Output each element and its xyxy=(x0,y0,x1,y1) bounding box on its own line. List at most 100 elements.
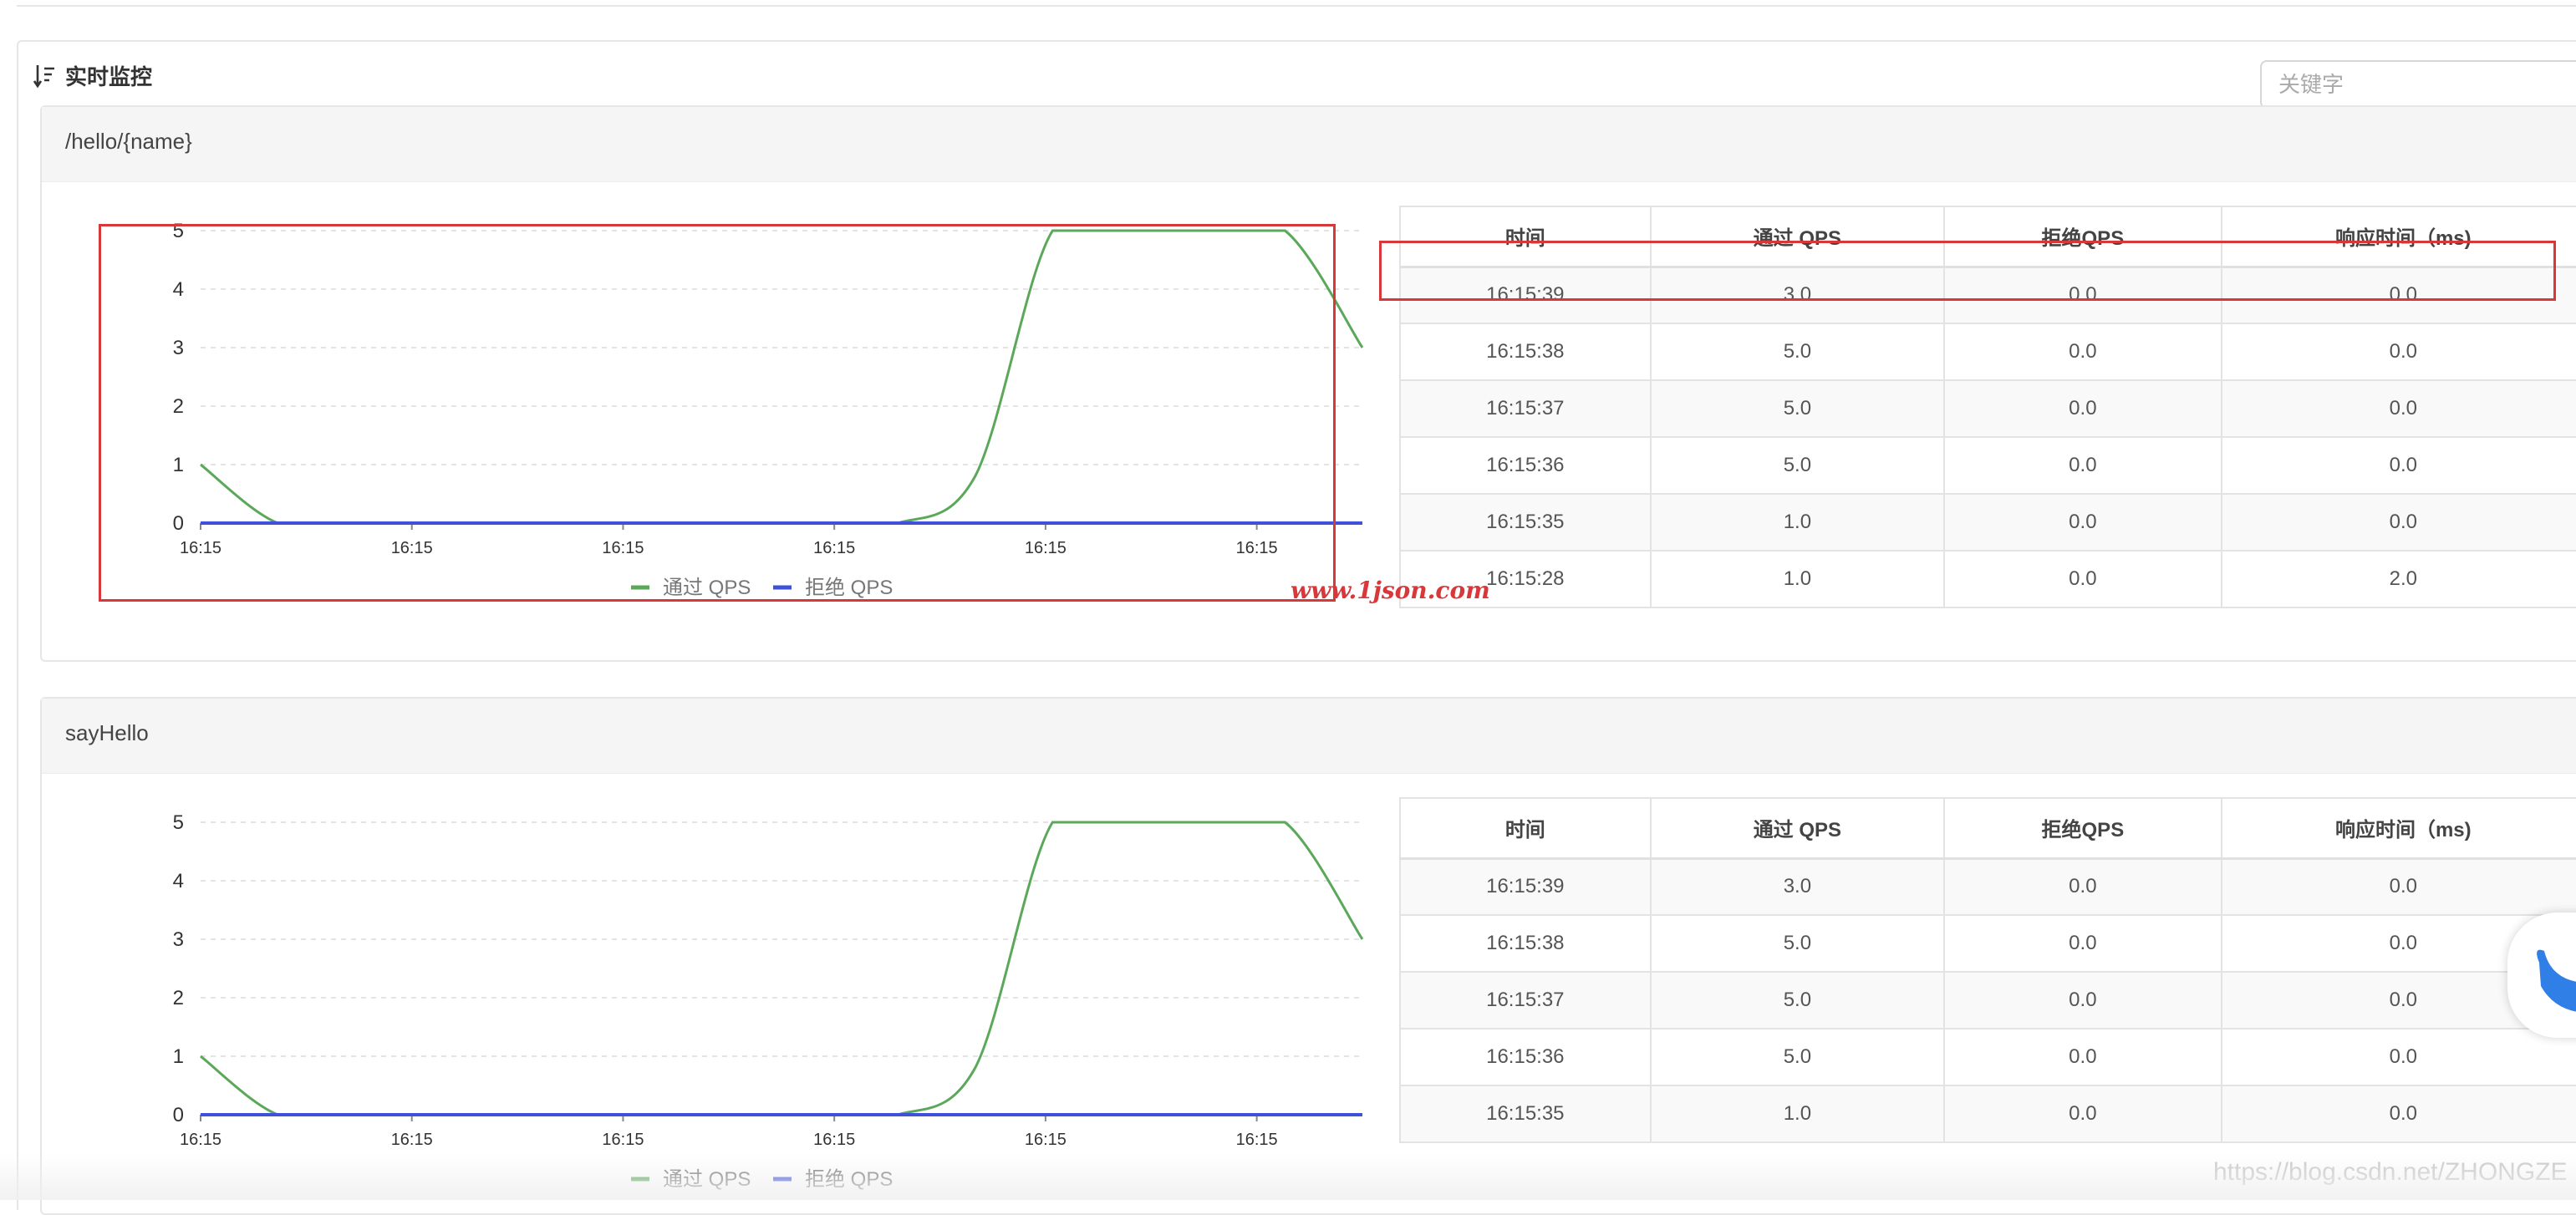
cell-block-qps: 0.0 xyxy=(1943,436,2222,495)
cell-pass-qps: 1.0 xyxy=(1649,1085,1946,1143)
bird-icon xyxy=(2537,949,2576,1012)
cell-time: 16:15:38 xyxy=(1399,914,1652,973)
keyword-search-input[interactable] xyxy=(2260,60,2576,109)
x-tick-label: 16:15 xyxy=(1025,539,1067,557)
cell-pass-qps: 5.0 xyxy=(1649,971,1946,1029)
cell-time: 16:15:36 xyxy=(1399,1028,1652,1086)
x-tick-label: 16:15 xyxy=(813,1131,855,1149)
header-time: 时间 xyxy=(1399,206,1652,268)
floating-assistant-button[interactable] xyxy=(2507,913,2576,1038)
cell-block-qps: 0.0 xyxy=(1943,914,2222,973)
cell-response-time: 0.0 xyxy=(2220,266,2576,324)
legend-label: 拒绝 QPS xyxy=(805,1168,893,1191)
table-row: 16:15:38 5.0 0.0 0.0 xyxy=(1399,323,2576,381)
cell-response-time: 0.0 xyxy=(2220,857,2576,916)
cell-pass-qps: 5.0 xyxy=(1649,436,1946,495)
x-tick-label: 16:15 xyxy=(180,1131,221,1149)
header-response-time: 响应时间（ms) xyxy=(2220,206,2576,268)
cell-pass-qps: 5.0 xyxy=(1649,914,1946,973)
cell-time: 16:15:36 xyxy=(1399,436,1652,495)
y-tick-label: 5 xyxy=(173,811,184,834)
table-row: 16:15:28 1.0 0.0 2.0 xyxy=(1399,550,2576,608)
cell-pass-qps: 3.0 xyxy=(1649,857,1946,916)
cell-time: 16:15:35 xyxy=(1399,493,1652,552)
metrics-table: 时间 通过 QPS 拒绝QPS 响应时间（ms) 16:15:39 3.0 0.… xyxy=(1399,206,2576,608)
y-tick-label: 0 xyxy=(173,512,184,535)
header-block-qps: 拒绝QPS xyxy=(1943,797,2222,860)
cell-pass-qps: 3.0 xyxy=(1649,266,1946,324)
cell-response-time: 0.0 xyxy=(2220,1085,2576,1143)
cell-response-time: 0.0 xyxy=(2220,323,2576,381)
x-tick-label: 16:15 xyxy=(1025,1131,1067,1149)
cell-block-qps: 0.0 xyxy=(1943,857,2222,916)
cell-time: 16:15:35 xyxy=(1399,1085,1652,1143)
cell-pass-qps: 1.0 xyxy=(1649,493,1946,552)
cell-block-qps: 0.0 xyxy=(1943,550,2222,608)
table-row: 16:15:39 3.0 0.0 0.0 xyxy=(1399,266,2576,324)
x-tick-label: 16:15 xyxy=(602,539,644,557)
panel-title: 实时监控 xyxy=(33,60,152,91)
resource-card: sayHello 0 1 2 3 4 5 16:15 16:15 16:15 16:15 16:15… xyxy=(40,697,2576,1215)
cell-response-time: 0.0 xyxy=(2220,436,2576,495)
x-tick-label: 16:15 xyxy=(391,1131,433,1149)
legend-label: 通过 QPS xyxy=(663,1168,751,1191)
cell-pass-qps: 5.0 xyxy=(1649,379,1946,438)
cell-time: 16:15:39 xyxy=(1399,857,1652,916)
cell-block-qps: 0.0 xyxy=(1943,971,2222,1029)
cell-block-qps: 0.0 xyxy=(1943,379,2222,438)
cell-pass-qps: 1.0 xyxy=(1649,550,1946,608)
x-tick-label: 16:15 xyxy=(602,1131,644,1149)
csdn-watermark: https://blog.csdn.net/ZHONGZE xyxy=(2213,1158,2568,1186)
x-tick-label: 16:15 xyxy=(1236,1131,1278,1149)
table-header-row: 时间 通过 QPS 拒绝QPS 响应时间（ms) xyxy=(1399,797,2576,860)
x-tick-label: 16:15 xyxy=(180,539,221,557)
series-line xyxy=(200,821,1364,1116)
cell-time: 16:15:38 xyxy=(1399,323,1652,381)
table-row: 16:15:35 1.0 0.0 0.0 xyxy=(1399,493,2576,552)
table-row: 16:15:38 5.0 0.0 0.0 xyxy=(1399,914,2576,973)
cell-response-time: 0.0 xyxy=(2220,493,2576,552)
cell-block-qps: 0.0 xyxy=(1943,266,2222,324)
cell-block-qps: 0.0 xyxy=(1943,1085,2222,1143)
cell-time: 16:15:39 xyxy=(1399,266,1652,324)
header-response-time: 响应时间（ms) xyxy=(2220,797,2576,860)
top-divider xyxy=(17,0,2576,7)
table-row: 16:15:37 5.0 0.0 0.0 xyxy=(1399,971,2576,1029)
panel-title-text: 实时监控 xyxy=(65,64,153,89)
cell-response-time: 0.0 xyxy=(2220,379,2576,438)
sort-icon xyxy=(33,64,54,88)
y-tick-label: 5 xyxy=(173,220,184,242)
cell-pass-qps: 5.0 xyxy=(1649,1028,1946,1086)
cell-block-qps: 0.0 xyxy=(1943,1028,2222,1086)
cell-pass-qps: 5.0 xyxy=(1649,323,1946,381)
series-line xyxy=(200,229,1364,525)
y-tick-label: 3 xyxy=(173,337,184,359)
table-row: 16:15:37 5.0 0.0 0.0 xyxy=(1399,379,2576,438)
resource-name: /hello/{name} xyxy=(42,107,2576,182)
table-row: 16:15:36 5.0 0.0 0.0 xyxy=(1399,436,2576,495)
y-tick-label: 0 xyxy=(173,1104,184,1126)
x-tick-label: 16:15 xyxy=(813,539,855,557)
table-row: 16:15:35 1.0 0.0 0.0 xyxy=(1399,1085,2576,1143)
cell-time: 16:15:37 xyxy=(1399,379,1652,438)
metrics-table: 时间 通过 QPS 拒绝QPS 响应时间（ms) 16:15:39 3.0 0.… xyxy=(1399,797,2576,1143)
y-tick-label: 4 xyxy=(173,278,184,301)
cell-response-time: 2.0 xyxy=(2220,550,2576,608)
cell-block-qps: 0.0 xyxy=(1943,493,2222,552)
header-time: 时间 xyxy=(1399,797,1652,860)
cell-time: 16:15:37 xyxy=(1399,971,1652,1029)
table-header-row: 时间 通过 QPS 拒绝QPS 响应时间（ms) xyxy=(1399,206,2576,268)
qps-line-chart: 0 1 2 3 4 5 16:15 16:15 16:15 16:15 16:15 16:15 通过 Q… xyxy=(173,811,1364,1191)
y-tick-label: 1 xyxy=(173,1045,184,1068)
table-row: 16:15:39 3.0 0.0 0.0 xyxy=(1399,857,2576,916)
y-tick-label: 4 xyxy=(173,870,184,892)
y-tick-label: 3 xyxy=(173,928,184,951)
resource-name: sayHello xyxy=(42,699,2576,774)
qps-line-chart: 0 1 2 3 4 5 16:15 16:15 16:15 16:15 16:15 16:15 通过 Q… xyxy=(173,220,1364,599)
cell-block-qps: 0.0 xyxy=(1943,323,2222,381)
x-tick-label: 16:15 xyxy=(391,539,433,557)
site-watermark: www.1json.com xyxy=(1291,577,1490,604)
legend-label: 通过 QPS xyxy=(663,577,751,599)
header-pass-qps: 通过 QPS xyxy=(1649,797,1946,860)
y-tick-label: 2 xyxy=(173,987,184,1009)
